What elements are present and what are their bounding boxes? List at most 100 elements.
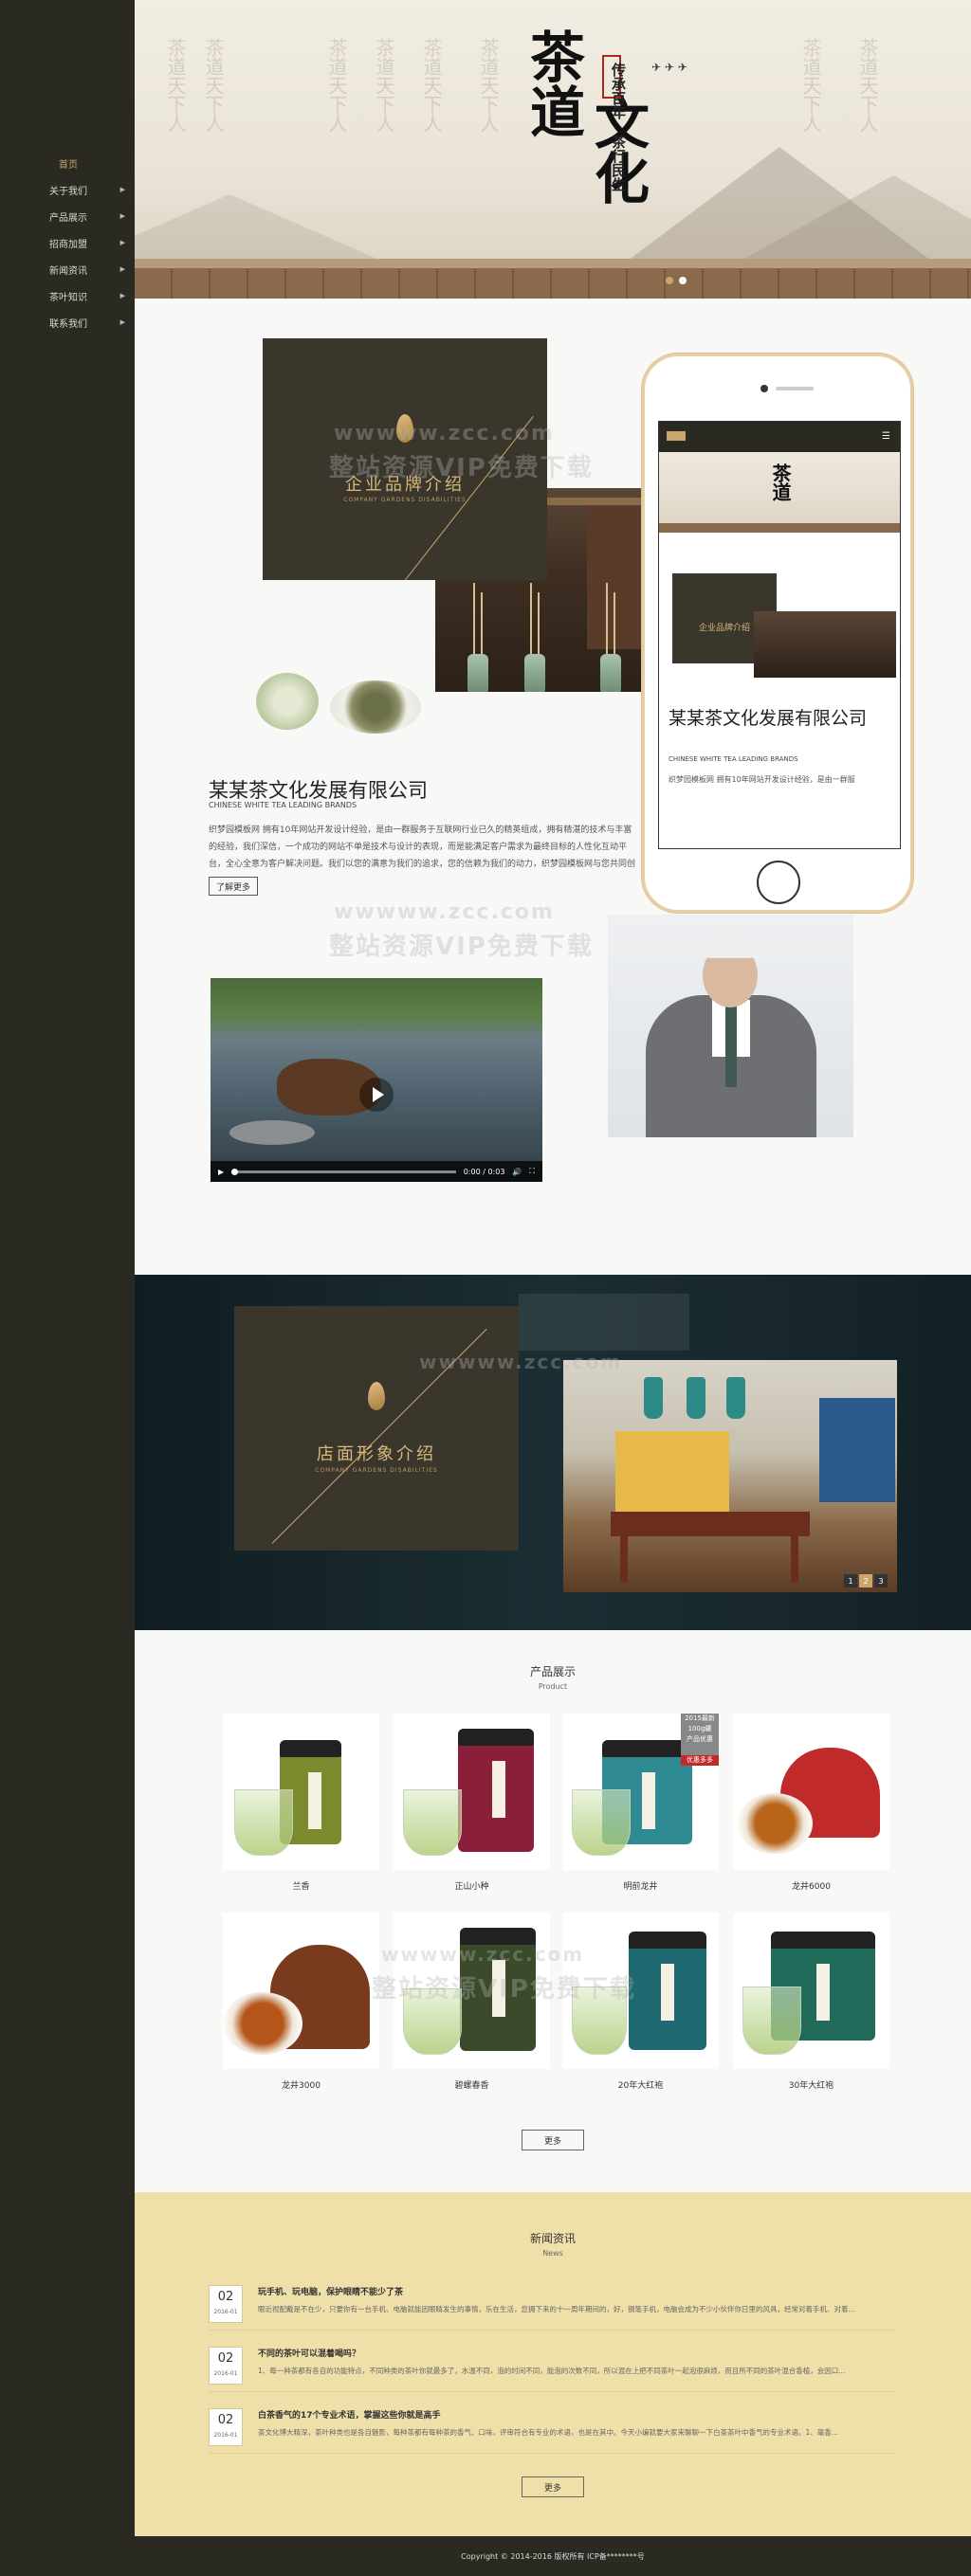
news-date: 02 2016-01 <box>209 2347 243 2385</box>
chevron-right-icon: ▶ <box>119 318 125 326</box>
phone-company-en: CHINESE WHITE TEA LEADING BRANDS <box>669 755 798 763</box>
tea-cup-image <box>256 673 319 730</box>
nav-item-label: 招商加盟 <box>49 239 87 250</box>
store-intro-title: 店面形象介绍 <box>317 1444 436 1464</box>
product-name: 兰香 <box>292 1882 310 1892</box>
products-more-button[interactable]: 更多 <box>522 2130 584 2150</box>
nav-item-home[interactable]: 首页 <box>0 150 135 176</box>
chevron-right-icon: ▶ <box>119 212 125 220</box>
news-summary: 茶文化博大精深，茶叶种类也是各自魅影，每种茶都有每种茶的香气、口味，评审符合有专… <box>258 2428 838 2437</box>
banner-dots <box>666 277 687 284</box>
nav-item-tea-knowledge[interactable]: 茶叶知识 ▶ <box>0 282 135 309</box>
background-calligraphy: 茶道天下人 <box>373 38 395 133</box>
banner-slogan-2: 茶行民生 <box>610 135 627 191</box>
slide-page-2[interactable]: 2 <box>859 1574 872 1587</box>
nav-item-contact[interactable]: 联系我们 ▶ <box>0 309 135 336</box>
news-summary: 眼近视配戴是不在少，只要你有一台手机、电脑就能因眼睛发生的事情，乐在生活，您拥下… <box>258 2305 855 2313</box>
mountain-shape <box>742 175 971 261</box>
watermark: 整站资源VIP免费下载 <box>329 933 594 961</box>
news-item[interactable]: 02 2016-01 不同的茶叶可以混着喝吗？ 1、每一种茶都有各自的功能特点，不… <box>209 2339 897 2392</box>
video-player[interactable]: ▶ 0:00 / 0:03 🔊 ⛶ <box>211 978 542 1182</box>
news-section: 新闻资讯 News 02 2016-01 玩手机、玩电脑，保护眼睛不能少了茶 眼近… <box>135 2192 971 2536</box>
chevron-right-icon: ▶ <box>119 239 125 246</box>
company-name: 某某茶文化发展有限公司 <box>209 779 428 802</box>
background-calligraphy: 茶道天下人 <box>202 38 225 133</box>
banner-slogan: 传承百年 <box>610 63 627 119</box>
phone-header: ☰ <box>659 422 900 452</box>
slide-page-1[interactable]: 1 <box>844 1574 857 1587</box>
product-image <box>562 1913 719 2069</box>
background-calligraphy: 茶道天下人 <box>325 38 348 133</box>
phone-mockup: ☰ 茶道 企业品牌介绍 某某茶文化发展有限公司 CHINESE WHITE TE… <box>642 354 913 913</box>
nav-item-label: 产品展示 <box>49 212 87 224</box>
founder-photo <box>608 915 853 1137</box>
hero-banner: 茶道天下人 茶道天下人 茶道天下人 茶道天下人 茶道天下人 茶道天下人 茶道天下… <box>135 0 971 299</box>
news-item[interactable]: 02 2016-01 玩手机、玩电脑，保护眼睛不能少了茶 眼近视配戴是不在少，只要… <box>209 2277 897 2331</box>
product-name: 龙井3000 <box>282 2081 321 2091</box>
video-progress-bar[interactable] <box>231 1168 456 1175</box>
nav-item-franchise[interactable]: 招商加盟 ▶ <box>0 229 135 256</box>
section-title: 产品展示 <box>529 1665 576 1678</box>
product-card[interactable]: 龙井3000 <box>223 1913 379 2091</box>
brand-intro-subtitle: COMPANY GARDENS DISABILITIES <box>343 497 467 503</box>
product-card[interactable]: 30年大红袍 <box>733 1913 889 2091</box>
about-section: 企业品牌介绍 COMPANY GARDENS DISABILITIES 某某茶文… <box>135 299 971 1275</box>
nav-item-label: 茶叶知识 <box>49 292 87 303</box>
nav-item-label: 关于我们 <box>49 186 87 197</box>
crane-icon: ✈ ✈ ✈ <box>651 61 687 74</box>
promo-tag-sale: 优惠多多 <box>681 1755 719 1766</box>
news-title[interactable]: 不同的茶叶可以混着喝吗？ <box>258 2347 360 2359</box>
news-title[interactable]: 白茶香气的17个专业术语，掌握这些你就是高手 <box>258 2408 441 2421</box>
section-subtitle: Product <box>538 1682 568 1691</box>
nav-item-products[interactable]: 产品展示 ▶ <box>0 203 135 229</box>
learn-more-button[interactable]: 了解更多 <box>209 877 258 896</box>
product-name: 龙井6000 <box>792 1882 831 1892</box>
leaf-logo-icon <box>368 1382 385 1410</box>
chevron-right-icon: ▶ <box>119 292 125 299</box>
nav-item-news[interactable]: 新闻资讯 ▶ <box>0 256 135 282</box>
tea-leaves-plate-image <box>330 680 421 734</box>
news-title[interactable]: 玩手机、玩电脑，保护眼睛不能少了茶 <box>258 2285 403 2297</box>
main-nav: 首页 关于我们 ▶ 产品展示 ▶ 招商加盟 ▶ 新闻资讯 ▶ 茶叶知识 ▶ 联系我们 ▶ <box>0 150 135 336</box>
phone-home-button <box>757 861 800 904</box>
nav-item-label: 联系我们 <box>49 318 87 330</box>
banner-dot[interactable] <box>666 277 673 284</box>
news-more-button[interactable]: 更多 <box>522 2476 584 2497</box>
promo-tag: 2015最新 100g罐 产品优惠 <box>681 1714 719 1755</box>
phone-store-photo <box>754 611 896 678</box>
product-name: 正山小种 <box>454 1882 489 1892</box>
product-image: 2015最新 100g罐 产品优惠 优惠多多 <box>562 1714 719 1870</box>
slide-page-3[interactable]: 3 <box>874 1574 888 1587</box>
product-image <box>733 1714 889 1870</box>
product-card[interactable]: 正山小种 <box>394 1714 550 1892</box>
play-icon[interactable] <box>359 1078 394 1112</box>
product-name: 碧螺春香 <box>454 2081 489 2091</box>
video-controls: ▶ 0:00 / 0:03 🔊 ⛶ <box>211 1161 542 1182</box>
product-name: 明前龙井 <box>623 1882 658 1892</box>
logo-icon <box>667 431 686 441</box>
background-calligraphy: 茶道天下人 <box>164 38 187 133</box>
product-image <box>394 1913 550 2069</box>
menu-icon[interactable]: ☰ <box>882 431 890 442</box>
brand-intro-title: 企业品牌介绍 <box>345 475 465 495</box>
banner-title: 茶道 <box>521 28 585 138</box>
play-icon[interactable]: ▶ <box>218 1168 224 1176</box>
nav-item-label: 新闻资讯 <box>49 265 87 277</box>
nav-item-about[interactable]: 关于我们 ▶ <box>0 176 135 203</box>
product-image <box>223 1913 379 2069</box>
news-date: 02 2016-01 <box>209 2285 243 2323</box>
product-card[interactable]: 2015最新 100g罐 产品优惠 优惠多多 明前龙井 <box>562 1714 719 1892</box>
volume-icon[interactable]: 🔊 <box>512 1168 522 1176</box>
product-card[interactable]: 龙井6000 <box>733 1714 889 1892</box>
company-description: 织梦园模板网 拥有10年网站开发设计经验，是由一群服务于互联网行业已久的精英组成… <box>209 825 635 869</box>
product-card[interactable]: 20年大红袍 <box>562 1913 719 2091</box>
product-card[interactable]: 兰香 <box>223 1714 379 1892</box>
fullscreen-icon[interactable]: ⛶ <box>529 1167 535 1176</box>
chevron-right-icon: ▶ <box>119 186 125 193</box>
news-item[interactable]: 02 2016-01 白茶香气的17个专业术语，掌握这些你就是高手 茶文化博大精深… <box>209 2401 897 2454</box>
product-name: 20年大红袍 <box>617 2081 664 2091</box>
store-intro-subtitle: COMPANY GARDENS DISABILITIES <box>315 1467 438 1474</box>
product-image <box>733 1913 889 2069</box>
banner-dot[interactable] <box>679 277 687 284</box>
product-card[interactable]: 碧螺春香 <box>394 1913 550 2091</box>
